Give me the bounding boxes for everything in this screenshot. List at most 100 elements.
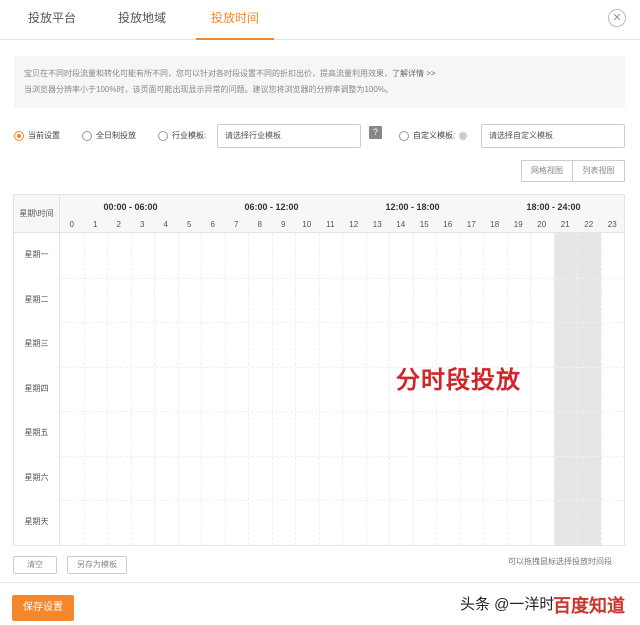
day-label: 星期一 (14, 233, 60, 278)
grid-column-line (295, 233, 296, 545)
radio-label-all-day: 全日制投放 (96, 131, 136, 140)
hour-label: 2 (116, 220, 121, 229)
grid-corner-label: 星期\时间 (14, 195, 60, 233)
time-range-label: 18:00 - 24:00 (526, 202, 581, 212)
grid-column-line (530, 233, 531, 545)
hour-label: 12 (349, 220, 359, 229)
radio-current-setting[interactable]: 当前设置 (14, 130, 60, 141)
template-options: 当前设置 全日制投放 行业模板: 请选择行业模板 ? 自定义模板: 请选择自定义… (0, 124, 640, 150)
grid-column-line (553, 233, 555, 545)
drag-hint: 可以拖拽鼠标选择投放时间段 (508, 557, 612, 566)
grid-column-line (107, 233, 108, 545)
hour-label: 3 (140, 220, 145, 229)
grid-row-line (60, 366, 624, 368)
grid-column-line (201, 233, 202, 545)
clear-button[interactable]: 清空 (13, 556, 57, 574)
time-range-label: 00:00 - 06:00 (103, 202, 158, 212)
hour-label: 13 (372, 220, 382, 229)
grid-column-line (389, 233, 390, 545)
divider (0, 582, 640, 583)
close-icon[interactable]: ✕ (608, 9, 626, 27)
radio-label-industry: 行业模板: (172, 131, 207, 140)
grid-view-button[interactable]: 网格视图 (521, 160, 573, 182)
day-label: 星期四 (14, 366, 60, 412)
hour-label: 9 (281, 220, 286, 229)
grid-column-line (365, 233, 367, 545)
notice-text-1: 宝贝在不同时段流量和转化可能有所不同，您可以针对各时段设置不同的折扣出价，提高流… (24, 69, 392, 78)
radio-icon[interactable] (158, 130, 168, 141)
grid-column-line (271, 233, 273, 545)
hour-label: 8 (257, 220, 262, 229)
hour-label: 0 (69, 220, 74, 229)
selected-hour-column[interactable] (553, 233, 577, 545)
watermark-text: 头条 @一洋时 (460, 596, 555, 613)
hour-label: 14 (396, 220, 406, 229)
grid-row-line (60, 411, 624, 413)
grid-row-line (60, 455, 624, 457)
grid-column-line (83, 233, 85, 545)
grid-row-line (60, 500, 624, 502)
learn-more-link[interactable]: 了解详情 >> (392, 69, 436, 78)
radio-icon[interactable] (82, 130, 92, 141)
notice-line-2: 当浏览器分辨率小于100%时，该页面可能出现显示异常的问题。建议您将浏览器的分辨… (24, 85, 393, 94)
tab-time[interactable]: 投放时间 (196, 0, 274, 40)
radio-label-custom: 自定义模板: (413, 131, 456, 140)
day-label: 星期二 (14, 277, 60, 323)
grid-row-line (60, 277, 624, 279)
hour-label: 1 (93, 220, 98, 229)
notice-line-1: 宝贝在不同时段流量和转化可能有所不同，您可以针对各时段设置不同的折扣出价，提高流… (24, 66, 615, 82)
radio-custom-template[interactable]: 自定义模板: (399, 130, 468, 141)
hour-label: 20 (537, 220, 547, 229)
hour-label: 22 (584, 220, 594, 229)
industry-template-select[interactable]: 请选择行业模板 (217, 124, 361, 148)
radio-label-current: 当前设置 (28, 131, 60, 140)
grid-column-line (577, 233, 578, 545)
selected-hour-column[interactable] (577, 233, 601, 545)
day-label: 星期六 (14, 455, 60, 501)
list-view-button[interactable]: 列表视图 (573, 160, 625, 182)
overlay-caption: 分时段投放 (396, 367, 521, 394)
day-label: 星期三 (14, 322, 60, 367)
hour-label: 11 (326, 220, 335, 229)
radio-all-day[interactable]: 全日制投放 (82, 130, 136, 141)
hour-label: 23 (607, 220, 617, 229)
hour-label: 19 (513, 220, 523, 229)
grid-column-line (224, 233, 226, 545)
hour-label: 5 (187, 220, 192, 229)
notice-box: 宝贝在不同时段流量和转化可能有所不同，您可以针对各时段设置不同的折扣出价，提高流… (14, 56, 625, 108)
hour-label: 18 (490, 220, 500, 229)
hour-label: 10 (302, 220, 312, 229)
grid-column-line (600, 233, 602, 545)
schedule-grid[interactable]: 星期\时间 00:00 - 06:00 06:00 - 12:00 12:00 - … (13, 194, 625, 546)
hour-label: 17 (466, 220, 476, 229)
grid-column-line (177, 233, 179, 545)
day-label: 星期五 (14, 411, 60, 456)
grid-column-line (248, 233, 249, 545)
info-icon (459, 131, 468, 140)
hour-label: 21 (560, 220, 570, 229)
tab-region[interactable]: 投放地域 (106, 0, 178, 40)
save-as-template-button[interactable]: 另存为模板 (67, 556, 127, 574)
custom-template-select[interactable]: 请选择自定义模板 (481, 124, 625, 148)
grid-column-line (318, 233, 320, 545)
grid-column-line (130, 233, 132, 545)
radio-icon[interactable] (399, 130, 409, 141)
day-label: 星期天 (14, 500, 60, 545)
brand-logo: 百度知道 (553, 592, 625, 618)
hour-label: 4 (163, 220, 168, 229)
save-settings-button[interactable]: 保存设置 (12, 595, 74, 621)
time-range-label: 12:00 - 18:00 (385, 202, 440, 212)
radio-industry-template[interactable]: 行业模板: (158, 130, 206, 141)
hour-label: 15 (419, 220, 429, 229)
grid-column-line (342, 233, 343, 545)
radio-checked-icon[interactable] (14, 130, 24, 141)
tab-platform[interactable]: 投放平台 (16, 0, 88, 40)
grid-column-line (154, 233, 155, 545)
view-toggle: 网格视图 列表视图 (521, 160, 625, 182)
hour-label: 7 (234, 220, 239, 229)
grid-header: 星期\时间 00:00 - 06:00 06:00 - 12:00 12:00 - … (14, 195, 624, 233)
hour-label: 16 (443, 220, 453, 229)
grid-row-line (60, 322, 624, 324)
hour-label: 6 (210, 220, 215, 229)
help-icon[interactable]: ? (369, 126, 382, 139)
